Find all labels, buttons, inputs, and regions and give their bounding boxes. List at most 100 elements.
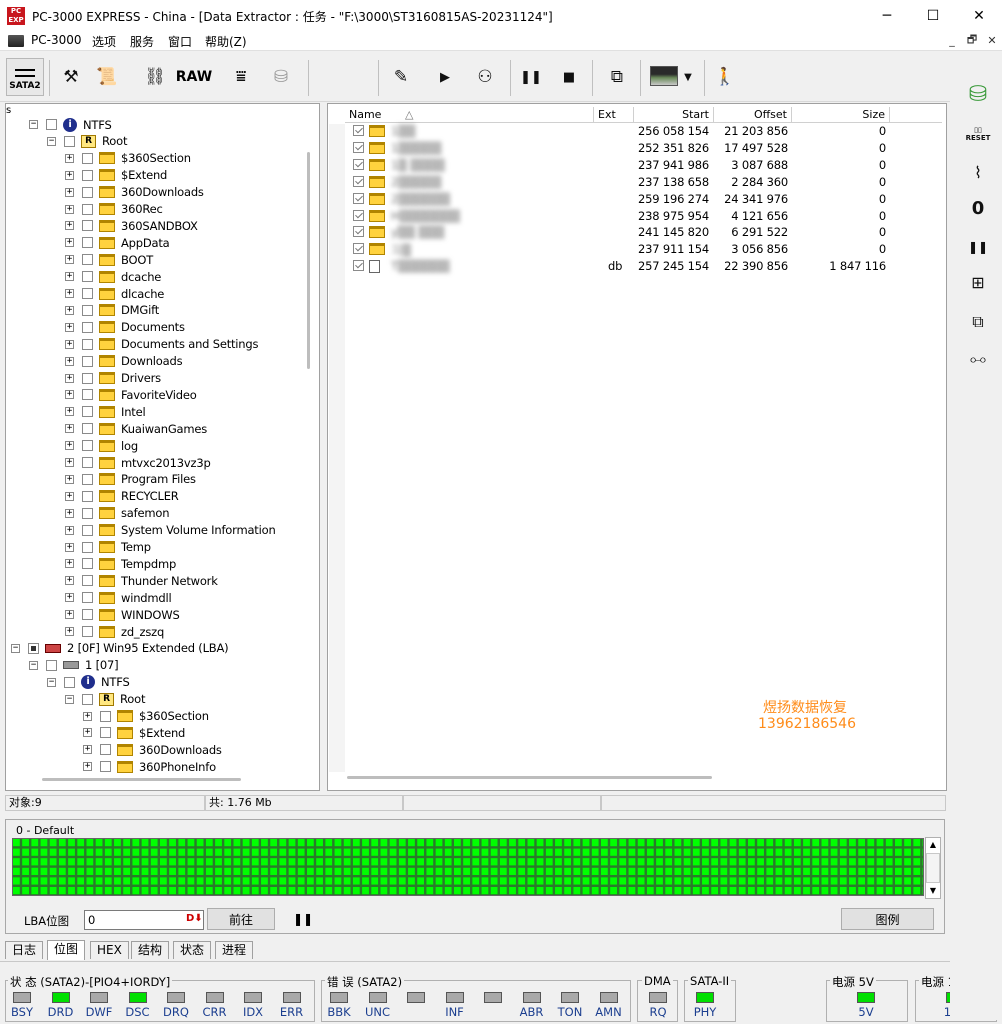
expand-icon[interactable]: + — [65, 153, 74, 163]
scroll-up-icon[interactable]: ▲ — [926, 838, 940, 852]
tree-node[interactable]: − i NTFS — [47, 674, 130, 691]
tree-node[interactable]: − i NTFS — [29, 116, 112, 133]
column-header-ext[interactable]: Ext — [594, 107, 634, 123]
list-row[interactable]: H▒▒▒▒▒▒▒ 238 975 954 4 121 656 0 — [347, 207, 942, 224]
tree-checkbox[interactable] — [82, 592, 93, 604]
tree-checkbox[interactable] — [64, 676, 75, 688]
expand-icon[interactable]: + — [83, 762, 92, 772]
tree-node[interactable]: + Drivers — [65, 370, 161, 387]
clone-icon[interactable]: ⧉ — [962, 308, 994, 336]
tree-checkbox[interactable] — [82, 304, 93, 316]
tree-checkbox[interactable] — [46, 119, 57, 130]
tree-checkbox[interactable] — [46, 659, 57, 671]
tree-checkbox[interactable] — [82, 609, 93, 621]
pause-icon[interactable]: ❚❚ — [962, 233, 994, 261]
list-row[interactable]: 1▒▒ 256 058 154 21 203 856 0 — [347, 122, 942, 139]
tree-node[interactable]: + zd_zszq — [65, 623, 164, 640]
expand-icon[interactable]: + — [65, 474, 74, 484]
dropdown-icon[interactable]: ▼ — [678, 58, 698, 96]
disk-icon[interactable]: ⛁ — [264, 58, 298, 96]
tree-node[interactable]: + WINDOWS — [65, 606, 180, 623]
sata2-button[interactable]: SATA2 — [6, 58, 44, 96]
tree-checkbox[interactable] — [100, 727, 111, 739]
row-checkbox[interactable] — [353, 192, 364, 204]
menu-options[interactable]: 选项 — [92, 33, 116, 50]
exit-icon[interactable]: 🚶 — [708, 58, 742, 96]
tree-checkbox[interactable] — [82, 440, 93, 452]
tree-checkbox[interactable] — [82, 473, 93, 485]
tree-checkbox[interactable] — [28, 642, 39, 654]
tree-checkbox[interactable] — [82, 507, 93, 519]
stop-icon[interactable]: ■ — [552, 58, 586, 96]
tree-checkbox[interactable] — [82, 575, 93, 587]
expand-icon[interactable]: + — [65, 407, 74, 417]
tree-checkbox[interactable] — [82, 541, 93, 553]
menu-service[interactable]: 服务 — [130, 33, 154, 50]
column-header-start[interactable]: Start — [634, 107, 714, 123]
expand-icon[interactable]: + — [65, 339, 74, 349]
tree-node[interactable]: + $360Section — [83, 708, 209, 725]
tree-checkbox[interactable] — [100, 744, 111, 756]
tree-node[interactable]: + RECYCLER — [65, 488, 179, 505]
collapse-icon[interactable]: − — [29, 660, 38, 670]
menu-window[interactable]: 窗口 — [168, 33, 192, 50]
list-row[interactable]: T▒▒▒▒▒▒ db 257 245 154 22 390 856 1 847 116 — [347, 257, 942, 274]
tree-checkbox[interactable] — [82, 220, 93, 232]
goto-button[interactable]: 前往 — [207, 908, 275, 930]
tree-vertical-scrollbar[interactable] — [307, 152, 310, 369]
image-icon[interactable] — [650, 66, 678, 86]
tree-horizontal-scrollbar[interactable] — [42, 778, 241, 781]
tree-node[interactable]: − R Root — [47, 133, 127, 150]
mdi-minimize-button[interactable]: _ — [943, 32, 961, 49]
list-row[interactable]: 习▒ 237 911 154 3 056 856 0 — [347, 240, 942, 257]
copy-icon[interactable]: ⧉ — [600, 58, 634, 96]
tree-checkbox[interactable] — [82, 237, 93, 249]
sector-icon[interactable]: ⊞ — [962, 268, 994, 296]
tree-node[interactable]: + DMGift — [65, 302, 159, 319]
expand-icon[interactable]: + — [83, 728, 92, 738]
row-checkbox[interactable] — [353, 209, 364, 221]
row-checkbox[interactable] — [353, 175, 364, 187]
tree-checkbox[interactable] — [82, 372, 93, 384]
sector-map-scrollbar[interactable]: ▲ ▼ — [925, 837, 941, 899]
tree-node[interactable]: + System Volume Information — [65, 522, 276, 539]
minimize-button[interactable]: ─ — [864, 0, 910, 31]
raw-button[interactable]: RAW — [176, 58, 212, 96]
column-header-size[interactable]: Size — [792, 107, 890, 123]
probe-icon[interactable]: ⌇ — [962, 158, 994, 186]
play-icon[interactable]: ▶ — [428, 58, 462, 96]
expand-icon[interactable]: + — [65, 238, 74, 248]
expand-icon[interactable]: + — [65, 390, 74, 400]
expand-icon[interactable]: + — [65, 576, 74, 586]
row-checkbox[interactable] — [353, 243, 364, 255]
expand-icon[interactable]: + — [65, 559, 74, 569]
tree-checkbox[interactable] — [82, 152, 93, 164]
collapse-icon[interactable]: − — [47, 136, 56, 146]
map-pause-icon[interactable]: ❚❚ — [293, 912, 313, 926]
tree-node[interactable]: +360Downloads — [65, 184, 204, 201]
tree-node[interactable]: + dcache — [65, 268, 161, 285]
collapse-icon[interactable]: − — [47, 677, 56, 687]
expand-icon[interactable]: + — [65, 170, 74, 180]
tab-3[interactable]: 结构 — [131, 941, 170, 959]
cable-icon[interactable]: ⧟ — [962, 345, 994, 373]
row-checkbox[interactable] — [353, 125, 364, 136]
mdi-close-button[interactable]: ✕ — [983, 32, 1001, 49]
list-row[interactable]: 2▒▒▒▒▒▒ 259 196 274 24 341 976 0 — [347, 190, 942, 207]
tree-node[interactable]: + Temp — [65, 539, 151, 556]
tree-node[interactable]: + $360Section — [65, 150, 191, 167]
tree-checkbox[interactable] — [82, 524, 93, 536]
tree-checkbox[interactable] — [82, 186, 93, 198]
tree-checkbox[interactable] — [82, 406, 93, 418]
tree-node[interactable]: + Intel — [65, 403, 146, 420]
list-row[interactable]: 1▒▒▒▒▒ 252 351 826 17 497 528 0 — [347, 139, 942, 156]
menu-pc3000[interactable]: PC-3000 — [31, 33, 81, 47]
tree-node[interactable]: + log — [65, 437, 138, 454]
tab-4[interactable]: 状态 — [173, 941, 212, 959]
tree-node[interactable]: + $Extend — [83, 724, 185, 741]
tree-node[interactable]: − R Root — [65, 691, 145, 708]
expand-icon[interactable]: + — [65, 204, 74, 214]
tree-checkbox[interactable] — [82, 203, 93, 215]
row-checkbox[interactable] — [353, 158, 364, 170]
mdi-restore-button[interactable]: 🗗 — [963, 32, 981, 49]
